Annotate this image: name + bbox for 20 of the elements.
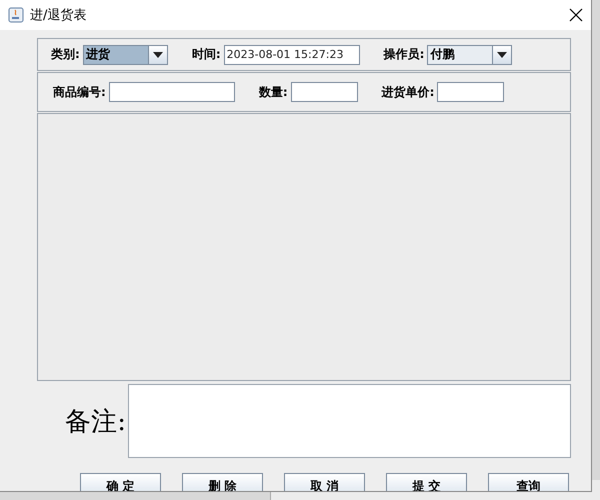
field-label: 类别: [51,46,80,63]
dropdown[interactable]: 进货 [82,44,168,64]
action-button[interactable]: 查询 [488,473,569,491]
field-label: 数量: [258,84,288,100]
window-title: 进/退货表 [30,7,86,24]
action-button[interactable]: 取 消 [284,473,365,491]
field-label: 时间: [192,46,221,63]
input-field[interactable]: 2023-08-01 15:27:23 [224,44,360,64]
dropdown[interactable]: 付鹏 [427,44,512,64]
caret-icon [152,52,163,58]
caret-icon [497,52,508,58]
input-field[interactable] [108,82,235,102]
input-field[interactable] [437,82,504,102]
remark-label: 备注: [64,406,126,438]
close-button[interactable] [569,8,583,22]
field-label: 操作员: [384,46,424,63]
field-label: 商品编号: [53,84,106,100]
field-label: 进货单价: [382,84,434,100]
remark-field[interactable] [128,384,571,458]
input-field[interactable] [290,82,358,102]
